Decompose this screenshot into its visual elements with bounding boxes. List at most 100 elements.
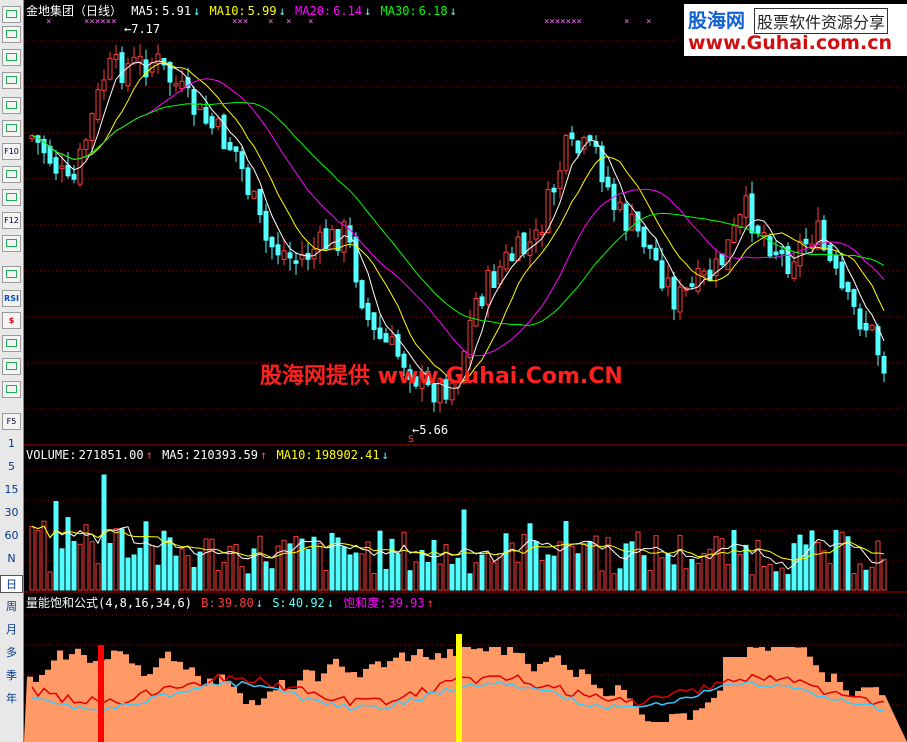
- volume-bar: [227, 545, 233, 591]
- volume-bar: [569, 545, 575, 591]
- candle-body: [467, 319, 473, 359]
- s-arrow: ↓: [326, 596, 335, 610]
- period-tab-1[interactable]: 周: [0, 598, 23, 614]
- candle-body: [209, 116, 215, 129]
- candle-body: [497, 266, 503, 285]
- volume-bar: [377, 530, 383, 591]
- site-banner[interactable]: 股海网 股票软件资源分享 www.Guhai.com.cn: [684, 4, 907, 56]
- toolbar-f12-button[interactable]: F12: [2, 212, 21, 229]
- toolbar-search-button[interactable]: [2, 235, 21, 252]
- candle-body: [479, 296, 485, 307]
- toolbar-list-button[interactable]: [2, 120, 21, 137]
- volume-bar: [233, 544, 239, 591]
- candle-body: [617, 201, 623, 210]
- volume-bar: [581, 543, 587, 591]
- period-5-button[interactable]: 5: [0, 460, 23, 473]
- volume-bar: [773, 571, 779, 591]
- ma30-line: [31, 101, 885, 326]
- volume-bar: [359, 553, 365, 591]
- candle-body: [791, 261, 797, 279]
- volume-bar: [755, 539, 761, 591]
- volume-bar: [545, 554, 551, 591]
- period-n-button[interactable]: N: [0, 552, 23, 565]
- toolbar-grid-button[interactable]: [2, 6, 21, 23]
- toolbar-wave-button[interactable]: [2, 266, 21, 283]
- toolbar-rsi-button[interactable]: RSI: [2, 290, 21, 307]
- period-1-button[interactable]: 1: [0, 437, 23, 450]
- toolbar-note-button[interactable]: [2, 166, 21, 183]
- volume-bar: [845, 536, 851, 591]
- volume-bar: [779, 567, 785, 591]
- signal-marker: ×: [308, 17, 313, 27]
- volume-header: VOLUME: 271851.00 ↑ MA5: 210393.59 ↑ MA10: 19…: [26, 448, 391, 462]
- indicator-name: 量能饱和公式(4,8,16,34,6): [26, 596, 192, 610]
- toolbar-table-button[interactable]: [2, 26, 21, 43]
- volume-bar: [257, 535, 263, 591]
- candle-body: [839, 261, 845, 289]
- volume-bar: [371, 572, 377, 591]
- toolbar-exit-button[interactable]: [2, 358, 21, 375]
- volume-bar: [29, 526, 35, 591]
- banner-url[interactable]: www.Guhai.com.cn: [688, 32, 892, 54]
- period-60-button[interactable]: 60: [0, 529, 23, 542]
- volume-bar: [347, 554, 353, 591]
- toolbar-pen-button[interactable]: [2, 381, 21, 398]
- candle-body: [245, 167, 251, 196]
- volume-bar: [533, 541, 539, 591]
- volume-bar: [209, 538, 215, 591]
- volume-bar: [431, 539, 437, 591]
- volume-bar: [839, 531, 845, 591]
- volume-bar: [323, 570, 329, 591]
- toolbar-candle-button[interactable]: [2, 72, 21, 89]
- volume-bar: [119, 528, 125, 591]
- volume-bar: [143, 521, 149, 591]
- candle-body: [749, 193, 755, 234]
- volume-bar: [881, 558, 887, 591]
- volume-bar: [701, 552, 707, 591]
- toolbar-minute-button[interactable]: [2, 97, 21, 114]
- candle-body: [731, 225, 737, 243]
- vol-ma10-arrow: ↓: [381, 448, 389, 462]
- period-tab-2[interactable]: 月: [0, 621, 23, 637]
- ma10-line: [31, 61, 885, 383]
- price-header: 金地集团（日线） MA5: 5.91 ↓ MA10: 5.99 ↓ MA20: 6.14 ↓…: [26, 2, 459, 18]
- period-tab-4[interactable]: 季: [0, 667, 23, 683]
- volume-bar: [47, 571, 53, 591]
- candle-body: [107, 57, 113, 80]
- toolbar-memo-button[interactable]: [2, 189, 21, 206]
- period-tab-5[interactable]: 年: [0, 690, 23, 706]
- toolbar-f10-button[interactable]: F10: [2, 143, 21, 160]
- volume-bar: [719, 538, 725, 591]
- signal-bar-red: [98, 645, 104, 742]
- candle-body: [89, 113, 95, 141]
- volume-bar: [365, 541, 371, 591]
- candle-body: [197, 103, 203, 111]
- period-30-button[interactable]: 30: [0, 506, 23, 519]
- high-value: 7.17: [131, 22, 161, 36]
- volume-bar: [341, 546, 347, 591]
- signal-marker: ×: [286, 17, 291, 27]
- candle-body: [131, 56, 137, 64]
- candle-body: [275, 244, 281, 256]
- candle-body: [173, 83, 179, 87]
- toolbar-f5-button[interactable]: F5: [2, 413, 21, 430]
- chart-area[interactable]: ××××××××××××××××××××××××× 金地集团（日线） MA5:5…: [24, 0, 907, 742]
- candle-body: [359, 280, 365, 309]
- candle-body: [323, 228, 329, 250]
- signal-marker: ×: [624, 17, 629, 27]
- toolbar-dollar-button[interactable]: $: [2, 312, 21, 329]
- ma20-arrow: ↓: [364, 4, 372, 18]
- volume-bar: [575, 553, 581, 591]
- ma10-label: MA10:: [209, 4, 246, 18]
- volume-bar: [491, 562, 497, 591]
- volume-bar: [245, 573, 251, 591]
- period-15-button[interactable]: 15: [0, 483, 23, 496]
- toolbar-line-button[interactable]: [2, 49, 21, 66]
- period-tab-0[interactable]: 日: [0, 575, 23, 593]
- toolbar-move-button[interactable]: [2, 335, 21, 352]
- candle-body: [293, 260, 299, 264]
- volume-bar: [563, 521, 569, 591]
- candle-body: [59, 165, 65, 170]
- volume-bar: [179, 548, 185, 591]
- period-tab-3[interactable]: 多: [0, 644, 23, 660]
